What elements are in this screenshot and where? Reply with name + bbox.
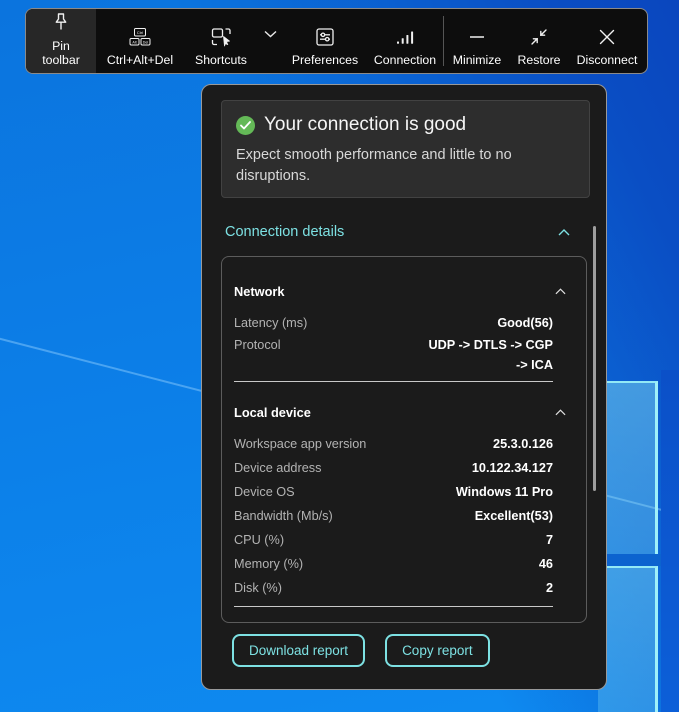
status-description: Expect smooth performance and little to …: [236, 145, 546, 187]
disconnect-button[interactable]: Disconnect: [569, 9, 645, 73]
preferences-label: Preferences: [292, 53, 358, 67]
local-device-section-title: Local device: [234, 405, 311, 420]
connection-status-card: Your connection is good Expect smooth pe…: [221, 100, 590, 198]
section-header-network[interactable]: Network: [234, 279, 566, 303]
shortcuts-label: Shortcuts: [195, 53, 247, 67]
pin-icon: [49, 9, 73, 37]
detail-row-memory: Memory (%) 46: [234, 552, 566, 576]
section-divider: [234, 606, 553, 607]
toolbar-divider: [443, 16, 444, 66]
chevron-down-icon: [264, 30, 277, 38]
scrollbar[interactable]: [593, 226, 596, 491]
minimize-label: Minimize: [453, 53, 502, 67]
wallpaper-pane-gap: [598, 554, 661, 566]
shortcuts-button[interactable]: Shortcuts: [184, 9, 258, 73]
network-section-title: Network: [234, 284, 285, 299]
section-header-local-device[interactable]: Local device: [234, 400, 566, 424]
desktop: Pintoolbar Ctrl Alt Del Ctrl+Alt+Del: [0, 0, 679, 712]
wallpaper-window-pane-top: [598, 381, 658, 554]
connection-status-panel: Your connection is good Expect smooth pe…: [201, 84, 607, 690]
copy-report-button[interactable]: Copy report: [385, 634, 490, 667]
wallpaper-right-column: [661, 370, 679, 712]
minimize-icon: [465, 23, 489, 51]
disconnect-label: Disconnect: [577, 53, 638, 67]
ctrl-alt-del-button[interactable]: Ctrl Alt Del Ctrl+Alt+Del: [96, 9, 184, 73]
wallpaper-window-pane-bottom: [598, 566, 658, 712]
pin-toolbar-label: Pintoolbar: [42, 39, 80, 67]
chevron-up-icon[interactable]: [555, 288, 566, 295]
detail-row-device-address: Device address 10.122.34.127: [234, 456, 566, 480]
detail-row-latency: Latency (ms) Good(56): [234, 311, 566, 335]
ctrl-alt-del-label: Ctrl+Alt+Del: [107, 53, 173, 67]
check-circle-icon: [236, 116, 255, 135]
shortcuts-icon: [209, 23, 234, 51]
connection-label: Connection: [374, 53, 436, 67]
detail-row-protocol: Protocol UDP -> DTLS -> CGP -> ICA: [234, 335, 566, 375]
section-divider: [234, 381, 553, 382]
minimize-button[interactable]: Minimize: [445, 9, 509, 73]
preferences-sliders-icon: [313, 23, 337, 51]
svg-text:Alt: Alt: [132, 40, 136, 44]
connection-details-toggle[interactable]: Connection details: [225, 224, 570, 240]
svg-text:Del: Del: [143, 40, 149, 44]
chevron-up-icon[interactable]: [555, 409, 566, 416]
restore-button[interactable]: Restore: [509, 9, 569, 73]
svg-text:Ctrl: Ctrl: [137, 30, 143, 35]
connection-details-label: Connection details: [225, 224, 344, 240]
pin-toolbar-button[interactable]: Pintoolbar: [26, 9, 96, 73]
report-actions: Download report Copy report: [232, 634, 490, 667]
status-title: Your connection is good: [264, 114, 466, 136]
connection-details-card: Network Latency (ms) Good(56) Protocol U…: [221, 256, 587, 623]
connection-button[interactable]: Connection: [368, 9, 442, 73]
signal-bars-icon: [393, 23, 417, 51]
detail-row-bandwidth: Bandwidth (Mb/s) Excellent(53): [234, 504, 566, 528]
shortcuts-dropdown-button[interactable]: [258, 9, 282, 73]
preferences-button[interactable]: Preferences: [282, 9, 368, 73]
detail-row-disk: Disk (%) 2: [234, 576, 566, 600]
detail-row-workspace-version: Workspace app version 25.3.0.126: [234, 432, 566, 456]
download-report-button[interactable]: Download report: [232, 634, 365, 667]
chevron-up-icon[interactable]: [558, 229, 570, 236]
restore-label: Restore: [517, 53, 560, 67]
detail-row-cpu: CPU (%) 7: [234, 528, 566, 552]
close-x-icon: [595, 23, 619, 51]
keyboard-keys-icon: Ctrl Alt Del: [127, 23, 153, 51]
citrix-toolbar: Pintoolbar Ctrl Alt Del Ctrl+Alt+Del: [25, 8, 648, 74]
restore-arrows-icon: [527, 23, 551, 51]
detail-row-device-os: Device OS Windows 11 Pro: [234, 480, 566, 504]
